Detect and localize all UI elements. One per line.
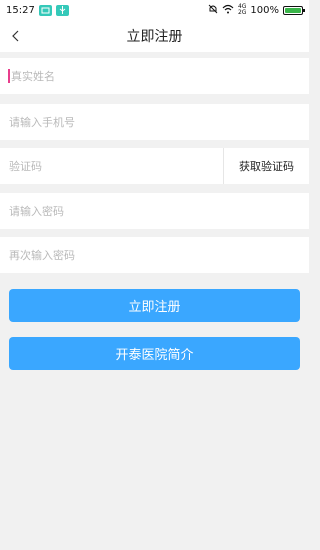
status-time: 15:27 (6, 4, 35, 16)
hospital-intro-button[interactable]: 开泰医院简介 (9, 337, 300, 370)
battery-fill (285, 7, 301, 13)
status-bar: 15:27 4G 2G 100% (0, 0, 309, 20)
confirm-password-field-row (0, 237, 309, 273)
password-field-row (0, 193, 309, 229)
usb-notification-icon (55, 4, 69, 16)
nav-bar: 立即注册 (0, 20, 309, 52)
back-button[interactable] (6, 26, 26, 46)
code-field-row: 获取验证码 (0, 148, 309, 184)
name-field-row (0, 58, 309, 94)
name-input[interactable] (8, 69, 309, 83)
get-code-button[interactable]: 获取验证码 (223, 148, 309, 184)
page-title: 立即注册 (126, 29, 183, 45)
app-notification-icon (38, 4, 52, 16)
phone-input[interactable] (0, 104, 309, 140)
chevron-left-icon (12, 30, 19, 42)
confirm-password-input[interactable] (0, 237, 309, 273)
mute-bell-icon (208, 4, 218, 17)
verification-code-input[interactable] (0, 148, 223, 184)
wifi-icon (222, 4, 234, 17)
status-right: 4G 2G 100% (208, 4, 305, 17)
network-type-bottom: 2G (237, 9, 247, 16)
battery-percent: 100% (250, 4, 279, 16)
status-left: 15:27 (6, 4, 69, 16)
network-type: 4G 2G (238, 4, 246, 16)
register-button[interactable]: 立即注册 (9, 289, 300, 322)
battery-icon (283, 5, 305, 15)
phone-field-row (0, 104, 309, 140)
password-input[interactable] (0, 193, 309, 229)
